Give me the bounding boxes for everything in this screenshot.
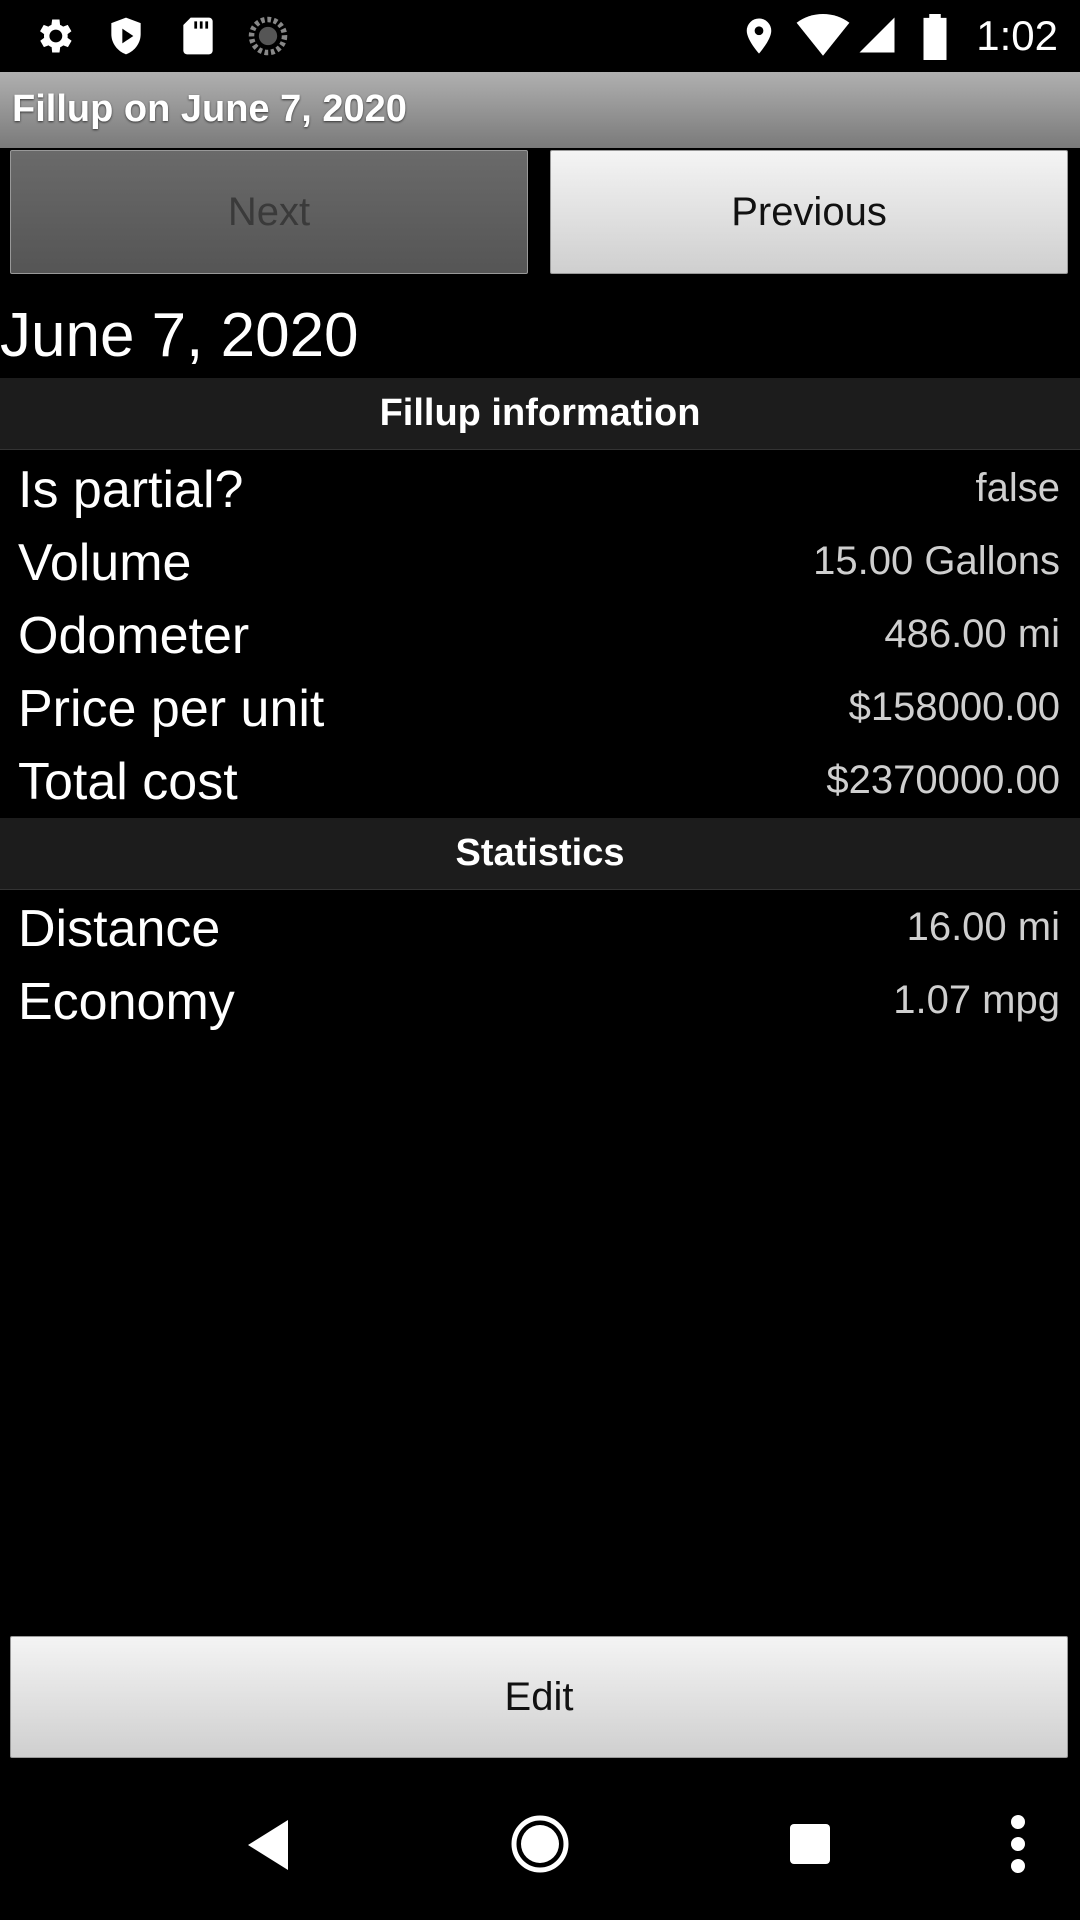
title-bar: Fillup on June 7, 2020	[0, 72, 1080, 148]
sd-card-icon	[183, 17, 213, 55]
edit-button[interactable]: Edit	[10, 1636, 1068, 1758]
row-label: Price per unit	[18, 680, 325, 738]
stat-row-economy: Economy 1.07 mpg	[0, 966, 1080, 1039]
overflow-menu-icon[interactable]	[1010, 1814, 1026, 1874]
row-label: Distance	[18, 900, 221, 958]
statistics-header: Statistics	[0, 818, 1080, 890]
info-row-odometer: Odometer 486.00 mi	[0, 600, 1080, 673]
row-label: Is partial?	[18, 461, 244, 519]
row-value: $2370000.00	[826, 758, 1060, 802]
recents-icon[interactable]	[790, 1824, 830, 1864]
row-label: Total cost	[18, 753, 238, 811]
info-row-volume: Volume 15.00 Gallons	[0, 527, 1080, 600]
row-value: 486.00 mi	[884, 612, 1060, 656]
row-label: Volume	[18, 534, 192, 592]
next-button[interactable]: Next	[10, 150, 528, 274]
fillup-information-header: Fillup information	[0, 378, 1080, 450]
shield-play-icon	[111, 17, 141, 55]
date-heading: June 7, 2020	[0, 301, 359, 370]
wifi-icon	[796, 14, 850, 56]
info-row-price-per-unit: Price per unit $158000.00	[0, 673, 1080, 746]
row-value: $158000.00	[848, 685, 1060, 729]
sync-progress-icon	[248, 16, 288, 56]
system-navigation-bar	[0, 1780, 1080, 1920]
row-value: false	[975, 466, 1061, 510]
settings-icon	[40, 19, 72, 53]
back-icon[interactable]	[248, 1820, 288, 1870]
row-value: 15.00 Gallons	[813, 539, 1060, 583]
screen-title: Fillup on June 7, 2020	[12, 88, 407, 130]
row-value: 1.07 mpg	[893, 978, 1060, 1022]
signal-icon	[859, 17, 895, 53]
location-icon	[746, 18, 772, 54]
clock: 1:02	[976, 12, 1058, 59]
previous-button[interactable]: Previous	[550, 150, 1068, 274]
status-bar: 1:02	[0, 0, 1080, 72]
row-label: Economy	[18, 973, 235, 1031]
row-label: Odometer	[18, 607, 250, 665]
stat-row-distance: Distance 16.00 mi	[0, 893, 1080, 966]
info-row-total-cost: Total cost $2370000.00	[0, 746, 1080, 819]
row-value: 16.00 mi	[906, 905, 1060, 949]
battery-icon	[923, 14, 947, 60]
home-icon[interactable]	[510, 1814, 570, 1874]
info-row-is-partial: Is partial? false	[0, 454, 1080, 527]
